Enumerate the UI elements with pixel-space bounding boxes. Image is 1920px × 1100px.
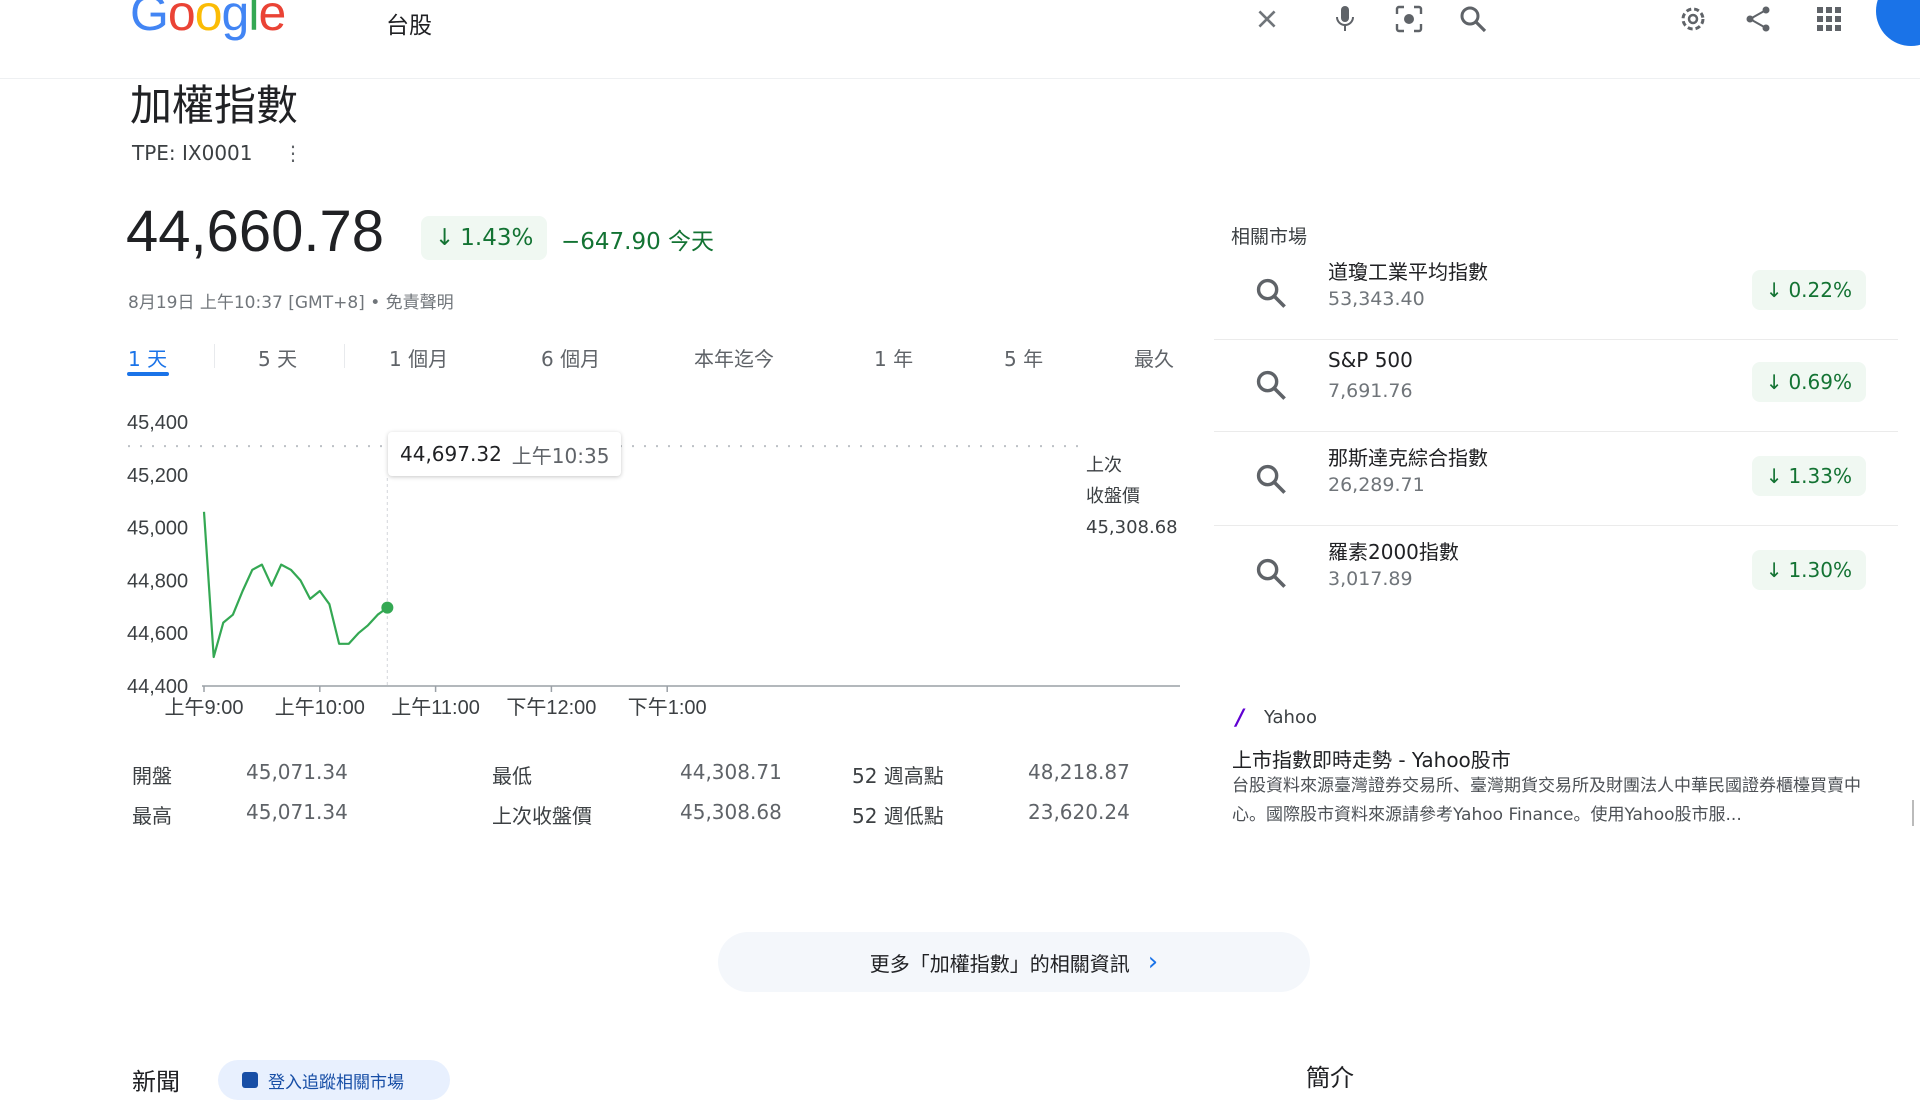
current-point bbox=[381, 601, 394, 614]
market-change-badge: ↓ 1.33% bbox=[1751, 456, 1866, 496]
x-tick-label: 下午1:00 bbox=[628, 696, 707, 719]
y-tick-label: 44,800 bbox=[127, 570, 188, 592]
y-tick-label: 45,400 bbox=[127, 412, 188, 434]
settings-icon[interactable] bbox=[1672, 0, 1714, 38]
lens-icon[interactable] bbox=[1388, 0, 1430, 38]
follow-chip-label: 登入追蹤相關市場 bbox=[268, 1072, 404, 1093]
related-market-item[interactable]: S&P 500 7,691.76 ↓ 0.69% bbox=[1214, 342, 1898, 432]
share-icon[interactable] bbox=[1738, 0, 1780, 38]
tooltip-time: 上午10:35 bbox=[511, 443, 610, 468]
intro-heading: 簡介 bbox=[1306, 1064, 1354, 1092]
stat-low-label: 最低 bbox=[492, 764, 532, 788]
close-icon[interactable] bbox=[1246, 0, 1288, 38]
news-source-snippet: 台股資料來源臺灣證券交易所、臺灣期貨交易所及財團法人中華民國證券櫃檯買賣中心。國… bbox=[1232, 776, 1861, 825]
bookmark-icon bbox=[242, 1072, 258, 1088]
market-change: 0.69% bbox=[1788, 370, 1852, 394]
market-name: 道瓊工業平均指數 bbox=[1328, 260, 1488, 284]
market-change-badge: ↓ 1.30% bbox=[1751, 550, 1866, 590]
market-change-badge: ↓ 0.69% bbox=[1751, 362, 1866, 402]
yahoo-logo-icon: / bbox=[1236, 706, 1245, 731]
search-icon bbox=[1254, 276, 1290, 312]
apps-icon[interactable] bbox=[1808, 0, 1850, 38]
market-name: 那斯達克綜合指數 bbox=[1328, 446, 1488, 470]
stat-prev-close-value: 45,308.68 bbox=[680, 800, 782, 824]
divider bbox=[1214, 525, 1898, 526]
market-name: S&P 500 bbox=[1328, 348, 1413, 372]
market-change: 0.22% bbox=[1788, 278, 1852, 302]
stat-52w-high-value: 48,218.87 bbox=[1028, 760, 1130, 784]
previous-close-label-line: 收盤價 bbox=[1086, 486, 1140, 507]
previous-close-label: 上次 收盤價 45,308.68 bbox=[1086, 450, 1178, 543]
x-tick-label: 上午11:00 bbox=[391, 696, 480, 719]
price-chart[interactable]: 45,400 45,200 45,000 44,800 44,600 44,400上午9:… bbox=[0, 0, 1200, 740]
stat-open-label: 開盤 bbox=[132, 764, 172, 788]
related-market-item[interactable]: 羅素2000指數 3,017.89 ↓ 1.30% bbox=[1214, 530, 1898, 620]
divider bbox=[1214, 339, 1898, 340]
y-tick-label: 45,200 bbox=[127, 465, 188, 487]
search-icon bbox=[1254, 556, 1290, 592]
search-icon bbox=[1254, 368, 1290, 404]
related-market-item[interactable]: 道瓊工業平均指數 53,343.40 ↓ 0.22% bbox=[1214, 250, 1898, 340]
market-price: 3,017.89 bbox=[1328, 568, 1413, 590]
news-source-title[interactable]: 上市指數即時走勢 - Yahoo股市 bbox=[1232, 744, 1511, 773]
stat-prev-close-label: 上次收盤價 bbox=[492, 804, 592, 828]
x-tick-label: 上午9:00 bbox=[165, 696, 244, 719]
x-tick-label: 上午10:00 bbox=[275, 696, 365, 719]
x-tick-label: 下午12:00 bbox=[506, 696, 596, 719]
stat-52w-low-value: 23,620.24 bbox=[1028, 800, 1130, 824]
divider bbox=[1214, 431, 1898, 432]
related-market-item[interactable]: 那斯達克綜合指數 26,289.71 ↓ 1.33% bbox=[1214, 436, 1898, 526]
chevron-right-icon: › bbox=[1147, 947, 1159, 977]
search-icon bbox=[1254, 462, 1290, 498]
search-icon[interactable] bbox=[1452, 0, 1494, 38]
stat-open-value: 45,071.34 bbox=[246, 760, 348, 784]
stat-52w-low-label: 52 週低點 bbox=[852, 804, 944, 828]
stat-52w-high-label: 52 週高點 bbox=[852, 764, 944, 788]
previous-close-label-line: 上次 bbox=[1086, 455, 1122, 476]
y-tick-label: 45,000 bbox=[127, 518, 188, 540]
market-price: 53,343.40 bbox=[1328, 288, 1425, 310]
arrow-down-icon: ↓ bbox=[1765, 278, 1783, 302]
chart-tooltip: 44,697.32 上午10:35 bbox=[388, 432, 622, 476]
more-info-button[interactable]: 更多「加權指數」的相關資訊 › bbox=[718, 932, 1310, 992]
arrow-down-icon: ↓ bbox=[1765, 464, 1783, 488]
market-price: 7,691.76 bbox=[1328, 380, 1413, 402]
account-avatar[interactable] bbox=[1876, 0, 1920, 46]
tooltip-value: 44,697.32 bbox=[400, 442, 502, 466]
stat-high-label: 最高 bbox=[132, 804, 172, 828]
arrow-down-icon: ↓ bbox=[1765, 370, 1783, 394]
scroll-edge bbox=[1912, 800, 1917, 826]
stat-high-value: 45,071.34 bbox=[246, 800, 348, 824]
related-markets-title: 相關市場 bbox=[1231, 226, 1308, 248]
arrow-down-icon: ↓ bbox=[1765, 558, 1783, 582]
market-price: 26,289.71 bbox=[1328, 474, 1425, 496]
y-tick-label: 44,400 bbox=[127, 676, 188, 698]
y-tick-label: 44,600 bbox=[127, 623, 188, 645]
stat-low-value: 44,308.71 bbox=[680, 760, 782, 784]
more-info-label: 更多「加權指數」的相關資訊 bbox=[869, 951, 1130, 976]
follow-chip[interactable]: 登入追蹤相關市場 bbox=[218, 1060, 450, 1100]
mic-icon[interactable] bbox=[1324, 0, 1366, 38]
market-change: 1.33% bbox=[1788, 464, 1852, 488]
market-name: 羅素2000指數 bbox=[1328, 540, 1459, 564]
previous-close-value: 45,308.68 bbox=[1086, 517, 1178, 538]
market-change: 1.30% bbox=[1788, 558, 1852, 582]
market-change-badge: ↓ 0.22% bbox=[1751, 270, 1866, 310]
news-source-name: Yahoo bbox=[1264, 707, 1317, 728]
price-line bbox=[202, 511, 389, 659]
